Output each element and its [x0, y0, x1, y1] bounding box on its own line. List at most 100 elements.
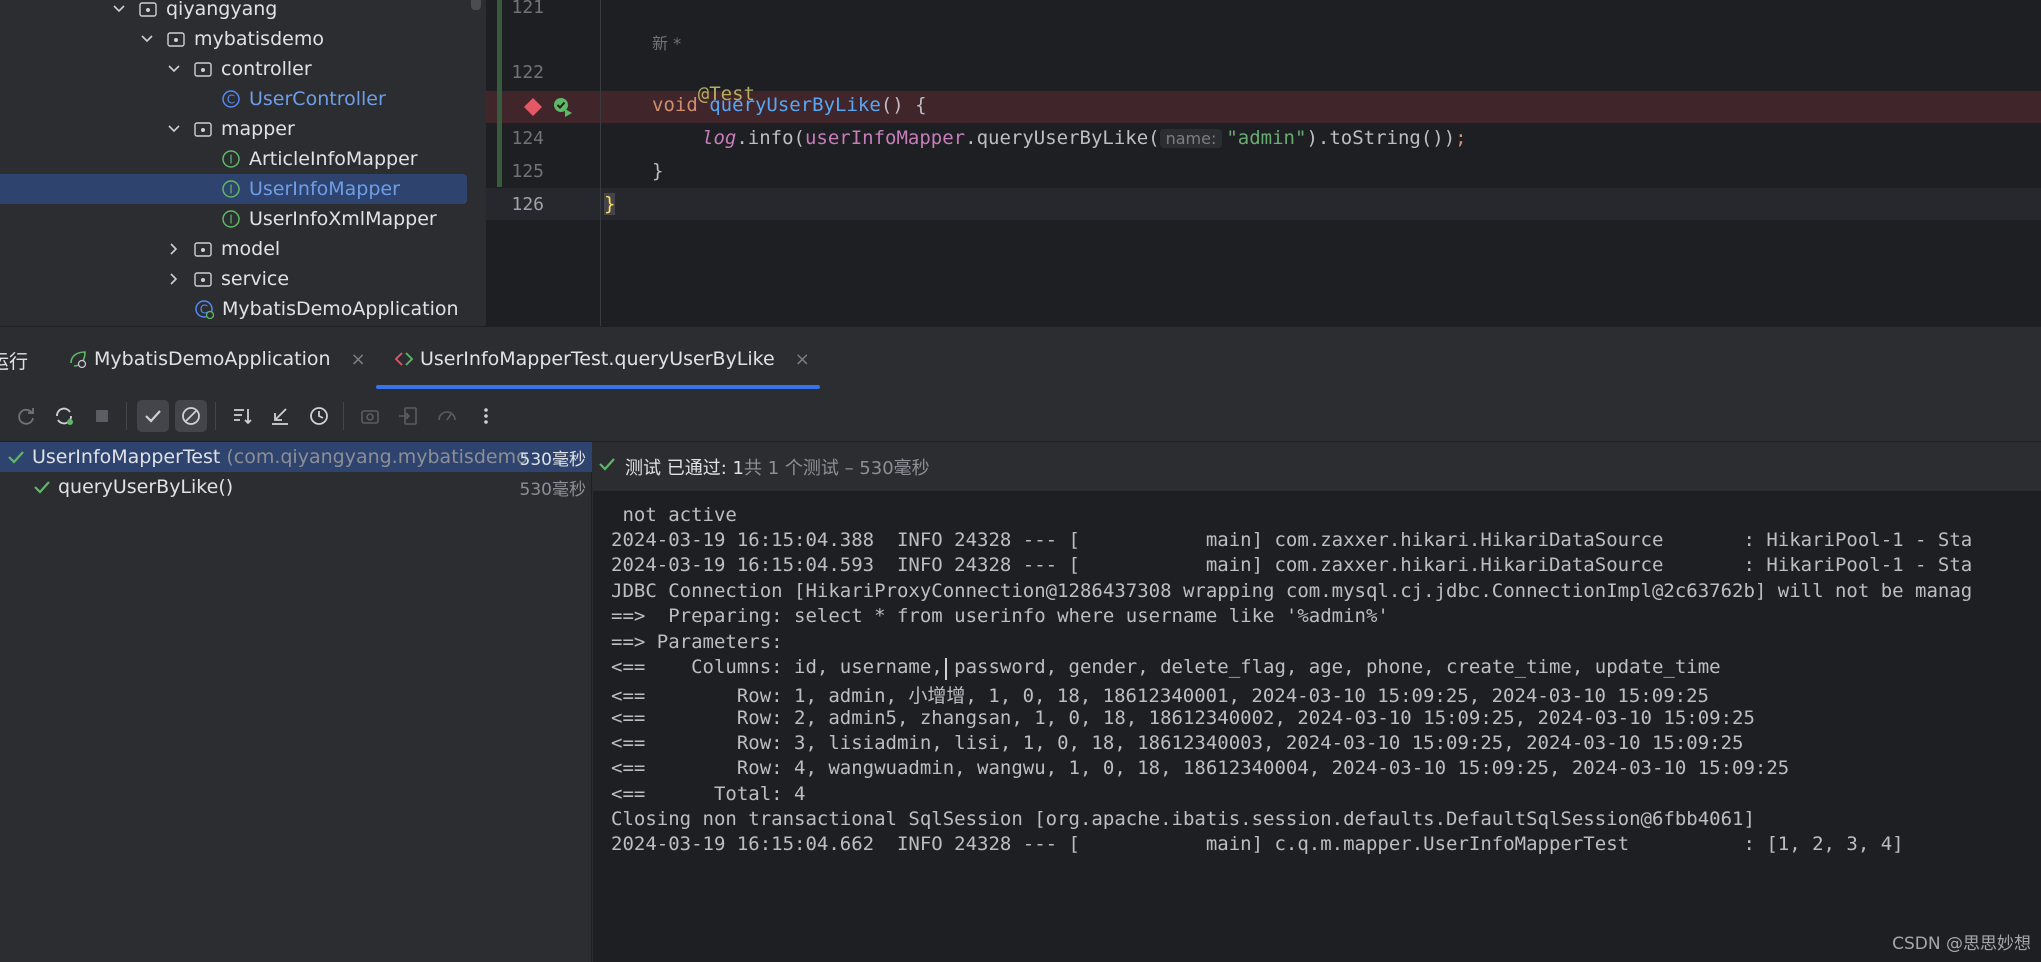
tool-window-title: 运行 [0, 351, 29, 373]
keyword-token: void [652, 94, 698, 116]
vcs-change-marker [497, 0, 502, 187]
console-output[interactable]: 测试 已通过: 1 共 1 个测试 – 530毫秒 not active 202… [593, 442, 2041, 962]
current-line-highlight [486, 188, 2041, 220]
test-status-bar: 测试 已通过: 1 共 1 个测试 – 530毫秒 [593, 442, 2041, 492]
test-row-class[interactable]: UserInfoMapperTest (com.qiyangyang.mybat… [0, 442, 592, 472]
tab-mybatisdemoapplication[interactable]: MybatisDemoApplication × [68, 327, 366, 391]
toolbar-separator [215, 402, 216, 430]
gutter-divider [600, 0, 601, 326]
stop-icon[interactable] [86, 400, 118, 432]
console-line: <== Total: 4 [611, 783, 806, 805]
run-tool-window-header: 运行 MybatisDemoApplication × UserInfoMapp… [0, 326, 2041, 390]
tree-item-label: mapper [221, 118, 295, 140]
run-toolbar [0, 390, 2041, 442]
history-icon[interactable] [303, 400, 335, 432]
matched-brace-token: } [604, 193, 616, 215]
collapse-icon[interactable] [264, 400, 296, 432]
sort-icon[interactable] [226, 400, 258, 432]
breakpoint-icon[interactable] [523, 97, 543, 121]
coverage-icon[interactable] [431, 400, 463, 432]
code-line-close-inner: } [652, 160, 663, 182]
tree-item-label: UserInfoMapper [249, 178, 400, 200]
test-duration: 530毫秒 [519, 449, 586, 470]
code-editor[interactable]: 121 122 124 125 126 新 * @Test void query… [486, 0, 2041, 326]
test-results-tree: UserInfoMapperTest (com.qiyangyang.mybat… [0, 442, 592, 962]
close-icon[interactable]: × [351, 349, 366, 370]
console-line: ==> Parameters: [611, 631, 795, 653]
screenshot-icon[interactable] [354, 400, 386, 432]
chevron-right-icon[interactable] [167, 272, 181, 286]
tree-item-userinfomapper[interactable]: I UserInfoMapper [0, 174, 470, 204]
interface-icon: I [221, 179, 241, 199]
code-line-close-outer: } [604, 193, 616, 215]
method-name-token: queryUserByLike [709, 94, 881, 116]
active-tab-underline [376, 385, 820, 389]
test-passed-icon [597, 454, 617, 479]
chevron-down-icon[interactable] [112, 2, 126, 16]
punct-token: () { [880, 94, 927, 116]
import-icon[interactable] [392, 400, 424, 432]
chevron-down-icon[interactable] [167, 62, 181, 76]
tree-item-model[interactable]: model [0, 234, 470, 264]
rerun-icon[interactable] [10, 400, 42, 432]
tab-userinfomappertest[interactable]: UserInfoMapperTest.queryUserByLike × [376, 327, 820, 391]
test-passed-icon [32, 477, 52, 497]
tree-item-mybatisdemo[interactable]: mybatisdemo [0, 24, 470, 54]
tree-item-qiyangyang[interactable]: qiyangyang [0, 0, 470, 24]
tab-label: MybatisDemoApplication [94, 348, 331, 370]
run-test-passed-icon[interactable] [552, 96, 574, 122]
tree-item-mapper[interactable]: mapper [0, 114, 470, 144]
tree-item-articleinfomapper[interactable]: I ArticleInfoMapper [0, 144, 470, 174]
tree-item-service[interactable]: service [0, 264, 470, 294]
rerun-failed-icon[interactable] [48, 400, 80, 432]
test-class-package: (com.qiyangyang.mybatisdemo [226, 446, 528, 468]
svg-text:I: I [229, 153, 233, 167]
interface-icon: I [221, 149, 241, 169]
console-line: JDBC Connection [HikariProxyConnection@1… [611, 580, 1973, 602]
chevron-down-icon[interactable] [167, 122, 181, 136]
chevron-down-icon[interactable] [140, 32, 154, 46]
tree-item-userinfoxmlmapper[interactable]: I UserInfoXmlMapper [0, 204, 470, 234]
test-diamond-icon [394, 349, 414, 369]
project-tree: qiyangyang mybatisdemo controller C User… [0, 0, 486, 326]
show-passed-icon[interactable] [137, 400, 169, 432]
console-line: Closing non transactional SqlSession [or… [611, 808, 1755, 830]
parameter-name-hint: name: [1159, 129, 1223, 148]
tree-item-label: controller [221, 58, 312, 80]
tree-item-label: model [221, 238, 281, 260]
close-icon[interactable]: × [795, 349, 810, 370]
package-folder-icon [193, 269, 213, 289]
new-usage-hint: 新 * [652, 34, 682, 53]
test-duration: 530毫秒 [519, 479, 586, 500]
spring-boot-run-icon [68, 349, 88, 369]
package-folder-icon [166, 29, 186, 49]
show-ignored-icon[interactable] [175, 400, 207, 432]
tree-item-label: service [221, 268, 290, 290]
test-method-name: queryUserByLike() [58, 476, 234, 498]
text-caret [945, 658, 947, 680]
chevron-right-icon[interactable] [167, 242, 181, 256]
tree-item-usercontroller[interactable]: C UserController [0, 84, 470, 114]
code-line-log-call: log.info(userInfoMapper.queryUserByLike(… [702, 127, 1467, 149]
console-line: 2024-03-19 16:15:04.662 INFO 24328 --- [… [611, 833, 1904, 855]
line-number: 124 [511, 128, 544, 149]
more-icon[interactable] [470, 400, 502, 432]
call-token: .queryUserByLike( [965, 127, 1160, 149]
console-line: ==> Preparing: select * from userinfo wh… [611, 605, 1389, 627]
toolbar-separator [126, 402, 127, 430]
console-line: <== Row: 1, admin, 小增增, 1, 0, 18, 186123… [611, 685, 1709, 707]
test-class-name: UserInfoMapperTest [32, 446, 221, 468]
class-icon: C [221, 89, 241, 109]
tree-item-label: MybatisDemoApplication [222, 298, 459, 320]
package-folder-icon [193, 59, 213, 79]
svg-text:I: I [229, 213, 233, 227]
log-var-token: log [702, 127, 737, 149]
tests-passed-text: 测试 已通过: 1 [625, 457, 744, 479]
tree-item-controller[interactable]: controller [0, 54, 470, 84]
tree-scrollbar[interactable] [471, 0, 481, 10]
console-line: <== Row: 2, admin5, zhangsan, 1, 0, 18, … [611, 707, 1755, 729]
tree-item-mybatisdemoapplication[interactable]: C MybatisDemoApplication [0, 294, 470, 324]
package-folder-icon [193, 239, 213, 259]
test-row-method[interactable]: queryUserByLike() 530毫秒 [0, 472, 592, 502]
watermark: CSDN @思思妙想 [1892, 934, 2031, 954]
